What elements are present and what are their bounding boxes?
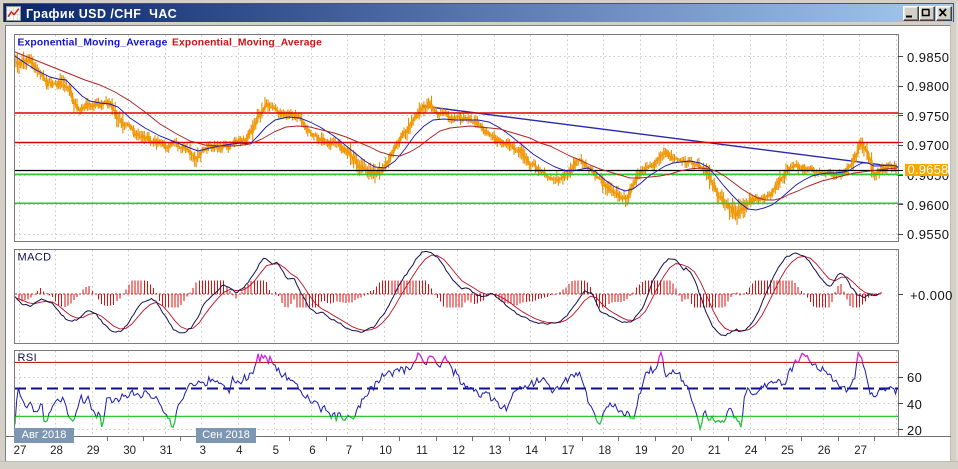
- svg-text:RSI: RSI: [18, 352, 38, 364]
- svg-text:Exponential_Moving_Average: Exponential_Moving_Average: [172, 38, 322, 49]
- svg-text:Exponential_Moving_Average: Exponential_Moving_Average: [18, 38, 168, 49]
- svg-text:MACD: MACD: [18, 252, 52, 264]
